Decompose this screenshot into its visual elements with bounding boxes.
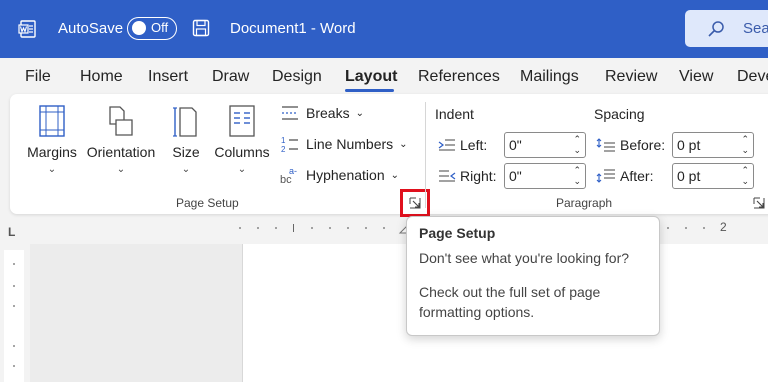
tab-insert[interactable]: Insert [148, 68, 188, 86]
breaks-button[interactable]: Breaks ⌄ [280, 104, 364, 122]
spin-arrows-icon[interactable]: ⌃ ⌄ [741, 165, 749, 187]
document-title: Document1 - Word [230, 20, 356, 37]
indent-heading: Indent [435, 106, 474, 122]
tooltip-line-1: Don't see what you're looking for? [419, 250, 630, 266]
spacing-after-label: After: [596, 168, 653, 184]
hyphenation-button[interactable]: bc a- Hyphenation ⌄ [280, 166, 399, 184]
page-setup-group-label: Page Setup [176, 196, 239, 210]
margins-icon [39, 105, 65, 137]
indent-left-value: 0" [509, 137, 522, 153]
search-placeholder: Sea [743, 20, 768, 37]
toggle-knob [132, 21, 146, 35]
vertical-ruler-ticks [13, 263, 15, 367]
tab-draw[interactable]: Draw [212, 68, 249, 86]
tab-design[interactable]: Design [272, 68, 322, 86]
vertical-ruler[interactable] [4, 250, 24, 382]
columns-button[interactable]: Columns ⌄ [212, 104, 272, 175]
after-label: After: [620, 168, 654, 184]
chevron-down-icon: ⌄ [399, 138, 408, 150]
chevron-down-icon: ⌄ [181, 164, 191, 175]
tab-home[interactable]: Home [80, 68, 123, 86]
line-numbers-button[interactable]: 1 2 Line Numbers ⌄ [280, 135, 408, 153]
orientation-icon [109, 106, 133, 136]
chevron-down-icon: ⌄ [237, 164, 247, 175]
indent-left-label: Left: [438, 137, 487, 153]
svg-text:2: 2 [281, 145, 286, 153]
spacing-before-field[interactable]: 0 pt ⌃ ⌄ [672, 132, 754, 158]
chevron-down-icon: ⌄ [47, 164, 57, 175]
indent-right-label: Right: [438, 168, 497, 184]
chevron-down-icon: ⌄ [116, 164, 126, 175]
search-icon [708, 21, 724, 37]
tab-selector-icon[interactable]: L [8, 225, 15, 239]
group-divider [425, 102, 426, 208]
tab-developer[interactable]: Deve [737, 68, 768, 86]
tab-layout[interactable]: Layout [345, 68, 397, 86]
size-label: Size [172, 144, 200, 160]
autosave-toggle[interactable]: Off [127, 17, 177, 40]
save-icon[interactable] [192, 19, 210, 37]
tooltip-title: Page Setup [419, 225, 496, 241]
breaks-label: Breaks [306, 105, 350, 121]
before-label: Before: [620, 137, 666, 153]
indent-right-field[interactable]: 0" ⌃ ⌄ [504, 163, 586, 189]
title-bar: AutoSave Off Document1 - Word Sea [0, 0, 768, 58]
svg-text:a-: a- [289, 166, 297, 176]
autosave-label: AutoSave [58, 20, 124, 37]
tab-view[interactable]: View [679, 68, 713, 86]
size-button[interactable]: Size ⌄ [168, 104, 204, 175]
line-numbers-icon: 1 2 [281, 136, 298, 153]
spacing-after-icon [596, 169, 615, 183]
chevron-down-icon: ⌄ [355, 107, 364, 119]
columns-label: Columns [214, 144, 270, 160]
margins-button[interactable]: Margins ⌄ [24, 104, 80, 175]
breaks-icon [282, 106, 298, 120]
spacing-heading: Spacing [594, 106, 645, 122]
tab-references[interactable]: References [418, 68, 500, 86]
indent-left-icon [438, 139, 455, 151]
word-logo-icon [18, 20, 36, 38]
spacing-before-label: Before: [596, 137, 665, 153]
spacing-after-value: 0 pt [677, 168, 701, 184]
orientation-label: Orientation [86, 144, 156, 160]
left-label: Left: [460, 137, 488, 153]
right-label: Right: [460, 168, 497, 184]
spacing-before-value: 0 pt [677, 137, 701, 153]
hyphenation-icon: bc a- [280, 166, 297, 184]
active-tab-indicator [345, 89, 394, 92]
tab-mailings[interactable]: Mailings [520, 68, 579, 86]
spin-arrows-icon[interactable]: ⌃ ⌄ [741, 134, 749, 156]
chevron-down-icon: ⌄ [390, 169, 400, 181]
paragraph-dialog-launcher-icon[interactable] [752, 196, 766, 210]
tab-file[interactable]: File [25, 68, 51, 86]
paragraph-group-label: Paragraph [556, 196, 613, 210]
line-numbers-label: Line Numbers [306, 136, 394, 152]
hyphenation-label: Hyphenation [306, 167, 385, 183]
spacing-before-icon [596, 138, 615, 152]
indent-left-field[interactable]: 0" ⌃ ⌄ [504, 132, 586, 158]
size-icon [173, 107, 197, 137]
page-setup-tooltip: Page Setup Don't see what you're looking… [406, 216, 660, 336]
tab-review[interactable]: Review [605, 68, 657, 86]
svg-text:1: 1 [281, 136, 286, 145]
spacing-after-field[interactable]: 0 pt ⌃ ⌄ [672, 163, 754, 189]
orientation-button[interactable]: Orientation ⌄ [84, 104, 158, 175]
search-box[interactable]: Sea [685, 10, 768, 47]
indent-right-value: 0" [509, 168, 522, 184]
autosave-state: Off [151, 20, 169, 35]
indent-right-icon [439, 170, 456, 182]
spin-arrows-icon[interactable]: ⌃ ⌄ [573, 134, 581, 156]
ruler-number: 2 [720, 220, 727, 234]
tooltip-line-2: Check out the full set of page formattin… [419, 284, 601, 320]
spin-arrows-icon[interactable]: ⌃ ⌄ [573, 165, 581, 187]
columns-icon [229, 105, 255, 137]
margins-label: Margins [27, 144, 77, 160]
